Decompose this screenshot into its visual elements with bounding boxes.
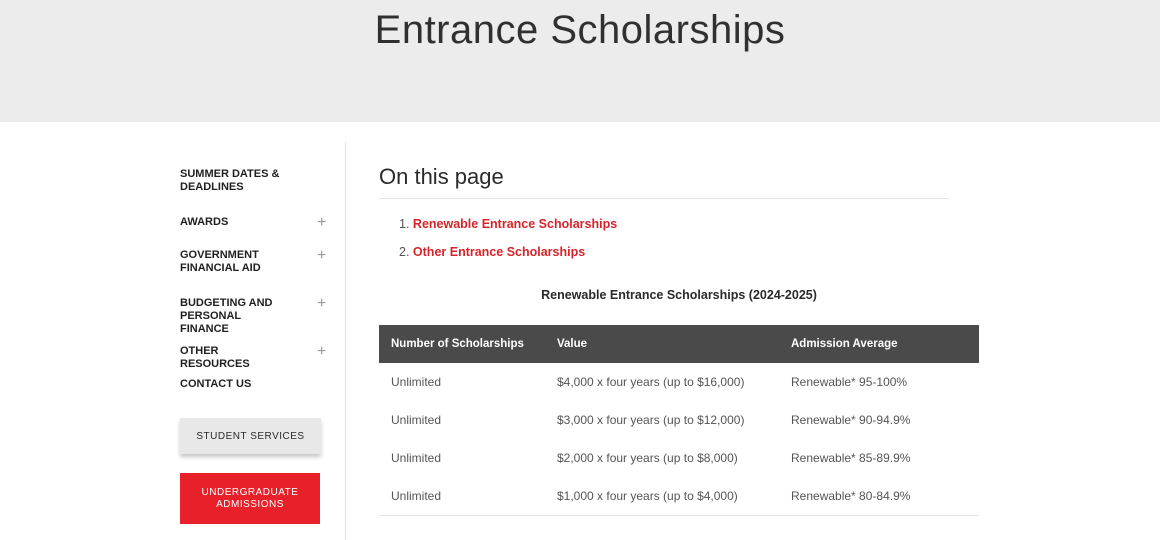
table-cell: Unlimited <box>379 477 545 516</box>
table-cell: Renewable* 90-94.9% <box>791 413 911 427</box>
column-header: Value <box>545 325 779 363</box>
column-header: Number of Scholarships <box>379 325 545 363</box>
sidebar-item-label: SUMMER DATES & DEADLINES <box>180 168 280 193</box>
table-cell: $4,000 x four years (up to $16,000) <box>557 375 745 389</box>
divider <box>379 198 949 199</box>
table-row: Unlimited $1,000 x four years (up to $4,… <box>379 477 979 516</box>
table-header-row: Number of Scholarships Value Admission A… <box>379 325 979 363</box>
list-item: 2. Other Entrance Scholarships <box>399 244 617 272</box>
sidebar-item-government-financial-aid[interactable]: GOVERNMENT FINANCIAL AID + <box>180 248 330 275</box>
sidebar-item-other-resources[interactable]: OTHER RESOURCES + <box>180 344 330 371</box>
expand-plus-icon[interactable]: + <box>317 296 326 312</box>
sidebar-item-contact-us[interactable]: CONTACT US <box>180 378 330 391</box>
list-number: 1. <box>399 217 410 231</box>
page-hero: Entrance Scholarships <box>0 0 1160 122</box>
undergraduate-admissions-button[interactable]: UNDERGRADUATE ADMISSIONS <box>180 473 320 524</box>
sidebar-nav: SUMMER DATES & DEADLINES AWARDS + GOVERN… <box>180 142 346 540</box>
list-item: 1. Renewable Entrance Scholarships <box>399 216 617 244</box>
table-row: Unlimited $4,000 x four years (up to $16… <box>379 363 979 401</box>
sidebar-item-budgeting[interactable]: BUDGETING AND PERSONAL FINANCE + <box>180 296 330 336</box>
link-renewable-entrance-scholarships[interactable]: Renewable Entrance Scholarships <box>413 217 617 231</box>
table-row: Unlimited $2,000 x four years (up to $8,… <box>379 439 979 477</box>
sidebar-item-label: CONTACT US <box>180 378 252 390</box>
column-header: Admission Average <box>779 325 979 363</box>
table-cell: $2,000 x four years (up to $8,000) <box>557 451 738 465</box>
table-cell: $3,000 x four years (up to $12,000) <box>557 413 745 427</box>
sidebar-item-label: OTHER RESOURCES <box>180 345 250 370</box>
sidebar-item-label: GOVERNMENT FINANCIAL AID <box>180 249 261 274</box>
sidebar-item-awards[interactable]: AWARDS + <box>180 215 330 231</box>
scholarships-table: Number of Scholarships Value Admission A… <box>379 325 979 516</box>
page-title: Entrance Scholarships <box>374 8 786 52</box>
sidebar-item-label: BUDGETING AND PERSONAL FINANCE <box>180 297 273 335</box>
sidebar-item-summer-dates[interactable]: SUMMER DATES & DEADLINES <box>180 168 330 194</box>
list-number: 2. <box>399 245 410 259</box>
expand-plus-icon[interactable]: + <box>317 215 326 231</box>
table-cell: Renewable* 80-84.9% <box>779 477 979 516</box>
link-other-entrance-scholarships[interactable]: Other Entrance Scholarships <box>413 245 585 259</box>
table-cell: Unlimited <box>391 375 442 389</box>
table-row: Unlimited $3,000 x four years (up to $12… <box>379 401 979 439</box>
table-cell: Unlimited <box>391 451 442 465</box>
expand-plus-icon[interactable]: + <box>317 248 326 264</box>
table-cell: Unlimited <box>391 413 442 427</box>
student-services-button[interactable]: STUDENT SERVICES <box>180 418 321 454</box>
sidebar-item-label: AWARDS <box>180 216 229 228</box>
table-cell: Renewable* 95-100% <box>791 375 908 389</box>
table-caption: Renewable Entrance Scholarships (2024-20… <box>541 288 817 302</box>
expand-plus-icon[interactable]: + <box>317 344 326 360</box>
on-this-page-list: 1. Renewable Entrance Scholarships 2. Ot… <box>399 216 617 272</box>
table-cell: $1,000 x four years (up to $4,000) <box>545 477 779 516</box>
on-this-page-heading: On this page <box>379 164 504 189</box>
table-cell: Renewable* 85-89.9% <box>791 451 911 465</box>
